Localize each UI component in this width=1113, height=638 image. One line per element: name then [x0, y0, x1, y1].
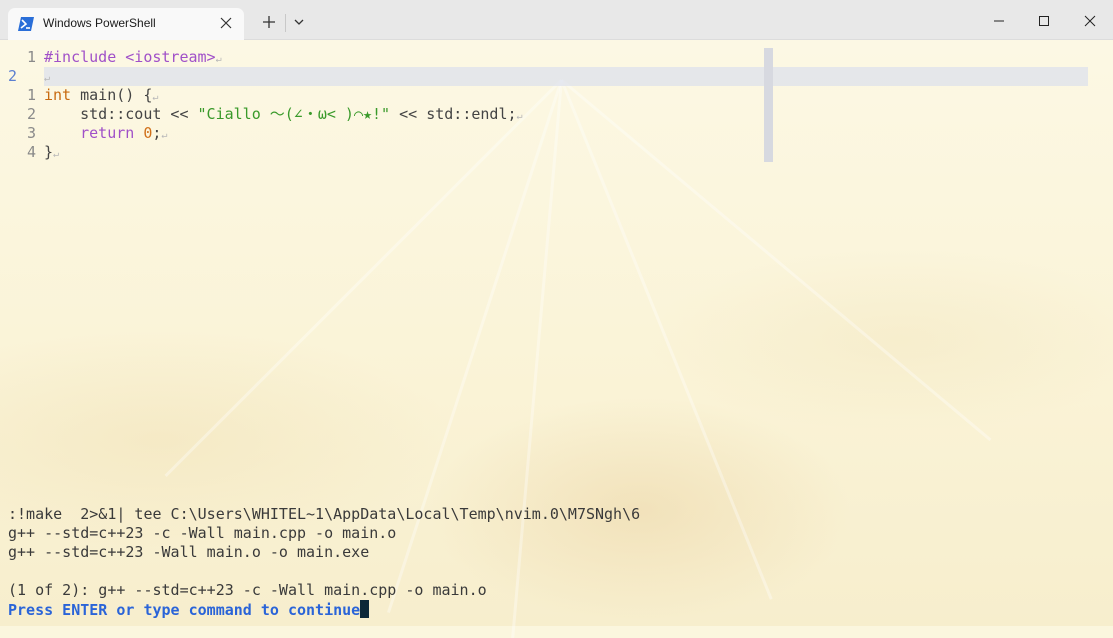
code-token: main() {	[71, 86, 153, 104]
code-token: return	[80, 124, 135, 142]
maximize-button[interactable]	[1033, 10, 1055, 32]
code-token: }	[44, 143, 54, 161]
eol-marker: ↵	[53, 149, 60, 160]
powershell-icon	[18, 17, 34, 31]
continue-prompt-text: Press ENTER or type command to continue	[8, 601, 361, 619]
continue-prompt[interactable]: Press ENTER or type command to continue	[8, 600, 370, 620]
code-text: return 0;↵	[44, 124, 167, 145]
terminal-cursor	[360, 600, 370, 618]
code-token: int	[44, 86, 72, 104]
code-token: << std::endl;	[390, 105, 517, 123]
close-window-button[interactable]	[1079, 10, 1101, 32]
line-number: 3	[26, 124, 36, 142]
code-line: 4}↵	[0, 143, 1113, 162]
command-line: :!make 2>&1| tee C:\Users\WHITEL~1\AppDa…	[8, 505, 641, 523]
eol-marker: ↵	[152, 92, 159, 103]
eol-marker: ↵	[44, 73, 51, 84]
close-icon	[1084, 15, 1096, 27]
divider	[285, 14, 286, 32]
output-line: g++ --std=c++23 -c -Wall main.cpp -o mai…	[8, 524, 397, 542]
eol-marker: ↵	[215, 54, 222, 65]
code-token: std::cout <<	[44, 105, 198, 123]
tab-title: Windows PowerShell	[43, 16, 156, 30]
code-text: ↵	[44, 67, 50, 88]
chevron-down-icon[interactable]	[292, 15, 306, 29]
plus-icon[interactable]	[260, 13, 278, 31]
output-line: g++ --std=c++23 -Wall main.o -o main.exe	[8, 543, 370, 561]
code-line: 2 ↵	[0, 67, 1113, 86]
title-bar: Windows PowerShell	[0, 0, 1113, 40]
code-line: 2 std::cout << "Ciallo ～(∠・ω< )⌒★!" << s…	[0, 105, 1113, 124]
tab-powershell[interactable]: Windows PowerShell	[8, 8, 244, 40]
line-number: 2	[26, 105, 36, 123]
minimize-icon	[994, 20, 1004, 22]
code-line: 1 #include <iostream>↵	[0, 48, 1113, 67]
line-number: 2	[8, 67, 18, 85]
line-number: 1	[26, 86, 36, 104]
maximize-icon	[1039, 16, 1049, 26]
line-number: 4	[26, 143, 36, 161]
quickfix-line: (1 of 2): g++ --std=c++23 -c -Wall main.…	[8, 581, 487, 599]
eol-marker: ↵	[161, 130, 168, 141]
code-token: #include	[44, 48, 126, 66]
code-text: }↵	[44, 143, 59, 164]
line-number: 1	[26, 48, 36, 66]
scrollbar[interactable]	[764, 48, 773, 162]
code-text: std::cout << "Ciallo ～(∠・ω< )⌒★!" << std…	[44, 105, 523, 126]
close-icon[interactable]	[219, 16, 233, 30]
code-token: "Ciallo ～(∠・ω< )⌒★!"	[197, 105, 391, 123]
code-token: <iostream>	[125, 48, 216, 66]
code-text: int main() {↵	[44, 86, 158, 107]
code-line: 3 return 0;↵	[0, 124, 1113, 143]
code-text: #include <iostream>↵	[44, 48, 222, 69]
minimize-button[interactable]	[988, 10, 1010, 32]
eol-marker: ↵	[516, 111, 523, 122]
code-line: 1 int main() {↵	[0, 86, 1113, 105]
